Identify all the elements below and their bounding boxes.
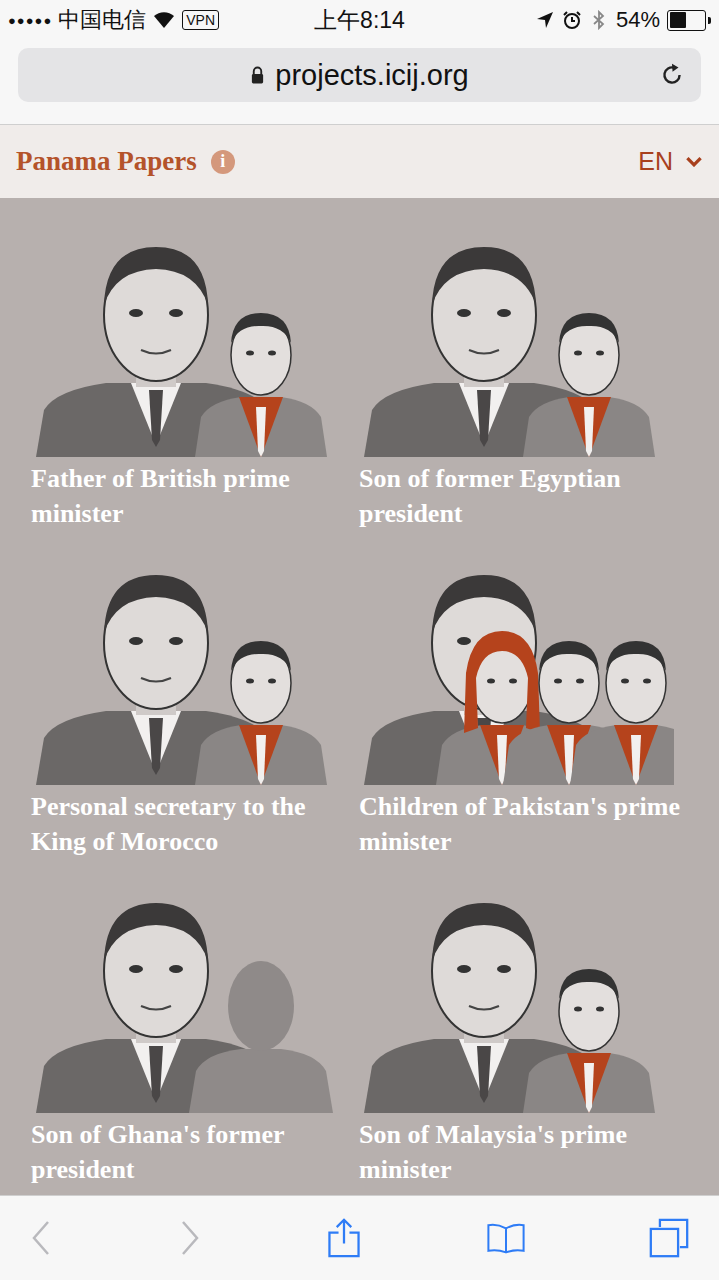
story-card[interactable]: Son of former Egyptian president: [364, 225, 674, 531]
card-caption: Personal secretary to the King of Morocc…: [31, 785, 358, 859]
tabs-icon[interactable]: [649, 1218, 689, 1258]
browser-toolbar: [0, 1195, 719, 1280]
bookmarks-icon[interactable]: [486, 1218, 526, 1258]
clock: 上午8:14: [314, 5, 405, 36]
portrait-illustration: [36, 553, 346, 785]
battery-percent: 54%: [616, 7, 660, 33]
card-caption: Son of Malaysia's prime minister: [359, 1113, 686, 1187]
location-arrow-icon: [535, 10, 555, 30]
story-card[interactable]: Children of Pakistan's prime minister: [364, 553, 674, 859]
portrait-illustration: [364, 225, 674, 457]
relative-figure: [189, 961, 333, 1113]
back-icon[interactable]: [30, 1218, 54, 1258]
story-card[interactable]: Son of Malaysia's prime minister: [364, 881, 674, 1187]
reload-icon[interactable]: [659, 62, 685, 88]
page: ●●●●● 中国电信 VPN 上午8:14 54% projects.icij.org Pa…: [0, 0, 719, 1280]
relative-figure: [195, 313, 327, 457]
bluetooth-icon: [589, 10, 609, 30]
relative-figure: [570, 641, 674, 785]
battery-fill: [670, 12, 686, 28]
card-caption: Father of British prime minister: [31, 457, 358, 531]
carrier-name: 中国电信: [58, 5, 146, 35]
url-text: projects.icij.org: [275, 59, 468, 92]
battery-tip: [708, 17, 711, 24]
language-label: EN: [638, 147, 673, 176]
story-card[interactable]: Father of British prime minister: [36, 225, 346, 531]
relative-figure: [195, 641, 327, 785]
alarm-icon: [562, 10, 582, 30]
story-card[interactable]: Son of Ghana's former president: [36, 881, 346, 1187]
share-icon[interactable]: [324, 1218, 364, 1258]
wifi-icon: [152, 11, 176, 29]
language-select[interactable]: EN: [638, 147, 703, 176]
portrait-illustration: [36, 881, 346, 1113]
lock-icon: [250, 65, 265, 85]
site-header: Panama Papers i EN: [0, 125, 719, 198]
portrait-illustration: [36, 225, 346, 457]
site-title[interactable]: Panama Papers: [16, 146, 197, 177]
signal-strength: ●●●●●: [8, 13, 52, 28]
address-field[interactable]: projects.icij.org: [18, 48, 701, 102]
main-figure: [364, 575, 604, 785]
vpn-badge: VPN: [182, 10, 219, 30]
info-button[interactable]: i: [211, 150, 235, 174]
portrait-illustration: [364, 881, 674, 1113]
card-caption: Son of former Egyptian president: [359, 457, 686, 531]
forward-icon[interactable]: [177, 1218, 201, 1258]
card-caption: Son of Ghana's former president: [31, 1113, 358, 1187]
portrait-illustration: [364, 553, 674, 785]
card-caption: Children of Pakistan's prime minister: [359, 785, 686, 859]
chevron-down-icon: [685, 156, 703, 167]
relative-figure: [523, 313, 655, 457]
story-card[interactable]: Personal secretary to the King of Morocc…: [36, 553, 346, 859]
status-bar: ●●●●● 中国电信 VPN 上午8:14 54%: [0, 0, 719, 40]
address-area: projects.icij.org: [0, 40, 719, 125]
relative-figure: [523, 969, 655, 1113]
battery-icon: [667, 10, 706, 31]
card-grid: Father of British prime ministerSon of f…: [0, 198, 719, 1195]
